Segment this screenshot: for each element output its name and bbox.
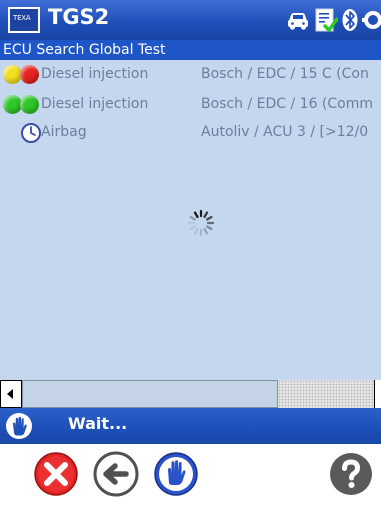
scroll-left-button[interactable] — [0, 380, 22, 408]
ecu-system-name: Diesel injection — [41, 66, 149, 82]
green-light-icon — [20, 95, 39, 114]
app-screen: TEXA TGS2 ECU Search Global Test Diesel … — [0, 0, 381, 505]
status-text: Wait... — [68, 414, 128, 433]
back-button[interactable] — [93, 451, 139, 497]
checklist-icon — [315, 8, 338, 32]
page-subtitle: ECU Search Global Test — [0, 40, 381, 60]
red-light-icon — [20, 65, 39, 84]
list-item[interactable]: Airbag Autoliv / ACU 3 / [>12/0 — [0, 119, 381, 145]
horizontal-scrollbar[interactable] — [0, 380, 381, 408]
bluetooth-icon — [342, 9, 358, 31]
arrow-left-icon — [7, 389, 13, 399]
app-logo[interactable]: TEXA — [8, 7, 40, 33]
app-logo-text: TEXA — [13, 14, 31, 22]
back-arrow-icon — [93, 451, 139, 497]
help-button[interactable] — [328, 451, 374, 497]
ecu-detail: Bosch / EDC / 16 (Comm — [201, 96, 374, 112]
list-item[interactable]: Diesel injection Bosch / EDC / 15 C (Con — [0, 61, 381, 87]
hand-stop-icon — [6, 413, 32, 439]
ecu-detail: Autoliv / ACU 3 / [>12/0 — [201, 124, 369, 140]
cancel-button[interactable] — [33, 451, 79, 497]
ecu-detail: Bosch / EDC / 15 C (Con — [201, 66, 369, 82]
title-bar: TEXA TGS2 — [0, 0, 381, 40]
hand-stop-icon — [154, 452, 198, 496]
status-bar: Wait... — [0, 408, 381, 444]
bottom-toolbar — [0, 444, 381, 505]
help-icon — [330, 453, 372, 495]
app-title: TGS2 — [48, 5, 110, 29]
list-item[interactable]: Diesel injection Bosch / EDC / 16 (Comm — [0, 91, 381, 117]
car-icon — [288, 13, 308, 30]
ecu-list[interactable]: Diesel injection Bosch / EDC / 15 C (Con… — [0, 60, 381, 380]
scroll-right-button[interactable] — [374, 380, 381, 408]
connection-icon — [362, 11, 381, 29]
scroll-track[interactable] — [278, 380, 374, 408]
loading-spinner-icon — [187, 209, 215, 237]
ecu-system-name: Diesel injection — [41, 96, 149, 112]
clock-icon — [21, 123, 41, 143]
stop-button[interactable] — [153, 451, 199, 497]
scroll-thumb[interactable] — [22, 380, 278, 408]
cancel-icon — [34, 452, 78, 496]
ecu-system-name: Airbag — [41, 124, 87, 140]
